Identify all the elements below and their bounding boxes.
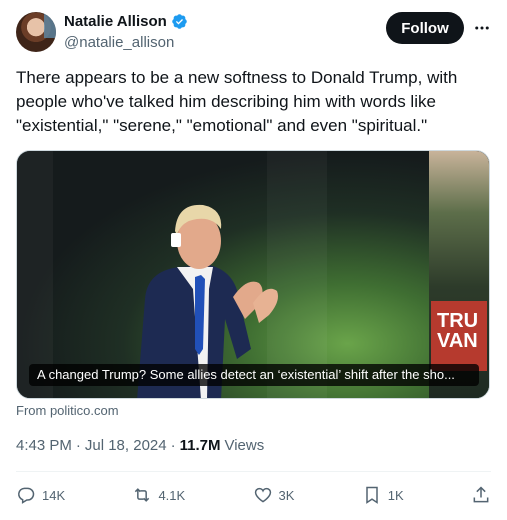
link-source[interactable]: From politico.com [16,403,119,418]
share-icon [473,486,489,503]
tweet-header: Natalie Allison @natalie_allison Follow [16,12,491,56]
action-bar: 14K 4.1K 3K 1K [16,472,491,518]
reply-button[interactable]: 14K [16,485,65,505]
link-card-title[interactable]: A changed Trump? Some allies detect an ‘… [29,364,479,386]
more-icon[interactable] [472,18,492,38]
views-count[interactable]: 11.7M [180,437,221,454]
views-label: Views [224,437,265,454]
author-name-row: Natalie Allison [64,13,188,30]
retweet-icon [135,488,150,502]
bookmark-button[interactable]: 1K [362,485,404,505]
campaign-sign-text: TRU VAN [437,310,479,352]
reply-icon [18,487,35,504]
author-handle[interactable]: @natalie_allison [64,34,174,51]
link-card-media[interactable]: TRU VAN A changed Trump? Some allies det… [16,150,490,399]
reply-count: 14K [42,487,66,503]
share-button[interactable] [471,485,491,505]
bookmark-count: 1K [387,487,404,503]
tweet-meta: 4:43 PM · Jul 18, 2024 · 11.7M Views [16,437,264,454]
like-button[interactable]: 3K [253,485,295,505]
bookmark-icon [365,486,378,504]
meta-separator: · [75,437,81,454]
verified-badge-icon [172,14,187,29]
author-display-name[interactable]: Natalie Allison [64,13,167,30]
like-count: 3K [278,487,295,503]
retweet-count: 4.1K [158,487,186,503]
avatar[interactable] [16,12,56,52]
retweet-button[interactable]: 4.1K [132,485,185,505]
campaign-sign: TRU VAN [431,301,487,371]
tweet-text: There appears to be a new softness to Do… [16,68,458,135]
tweet-date[interactable]: Jul 18, 2024 [85,437,167,454]
follow-button[interactable]: Follow [386,12,464,44]
like-icon [254,487,271,503]
tweet-time[interactable]: 4:43 PM [16,437,72,454]
stage-pillar [17,151,53,398]
meta-separator: · [170,437,176,454]
